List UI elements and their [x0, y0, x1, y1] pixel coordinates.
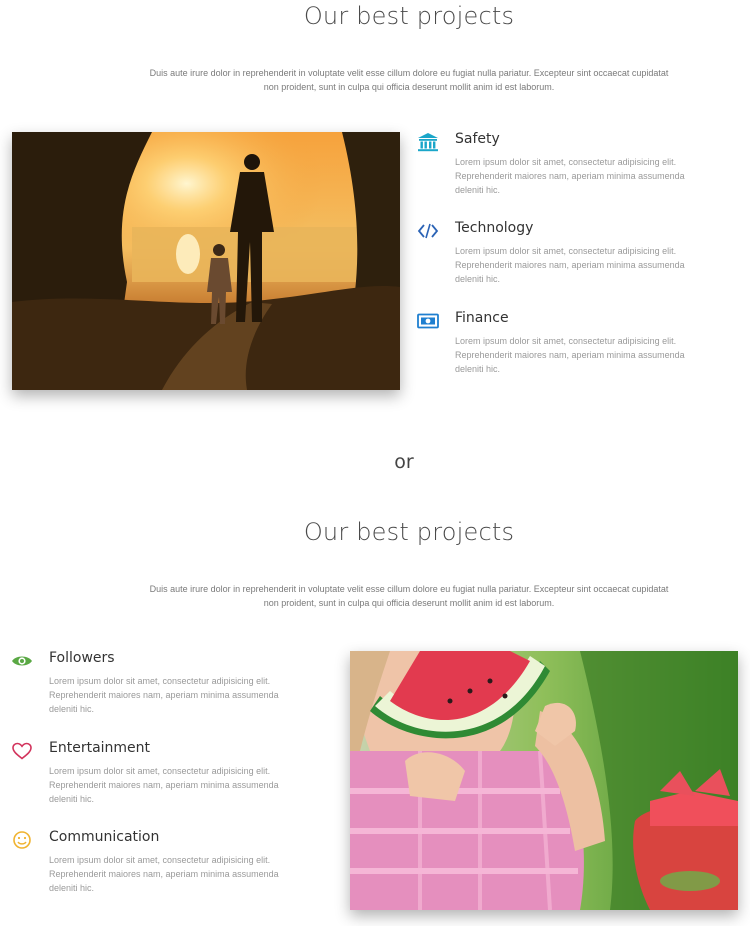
feature-title: Finance	[455, 310, 509, 326]
eye-icon	[11, 651, 33, 671]
feature-title: Communication	[49, 829, 160, 845]
feature-description: Lorem ipsum dolor sit amet, consectetur …	[49, 855, 279, 893]
feature-title: Followers	[49, 650, 115, 666]
code-icon	[417, 221, 439, 241]
feature-description: Lorem ipsum dolor sit amet, consectetur …	[455, 246, 685, 284]
feature-description: Lorem ipsum dolor sit amet, consectetur …	[49, 766, 279, 804]
smile-icon	[11, 830, 33, 850]
section-one-heading: Our best projects	[303, 2, 515, 30]
watermelon-girl-photo	[350, 651, 738, 910]
feature-description: Lorem ipsum dolor sit amet, consectetur …	[455, 157, 685, 195]
feature-title: Safety	[455, 131, 500, 147]
feature-title: Technology	[455, 220, 534, 236]
section-two-intro: Duis aute irure dolor in reprehenderit i…	[149, 584, 669, 608]
feature-description: Lorem ipsum dolor sit amet, consectetur …	[49, 676, 279, 714]
bank-icon	[417, 132, 439, 152]
feature-title: Entertainment	[49, 740, 151, 756]
sunset-walk-photo	[12, 132, 400, 390]
section-one-intro: Duis aute irure dolor in reprehenderit i…	[149, 68, 669, 92]
feature-description: Lorem ipsum dolor sit amet, consectetur …	[455, 336, 685, 374]
money-icon	[417, 311, 439, 331]
heart-icon	[11, 741, 33, 761]
or-separator: or	[394, 451, 414, 473]
section-two-heading: Our best projects	[303, 518, 515, 546]
